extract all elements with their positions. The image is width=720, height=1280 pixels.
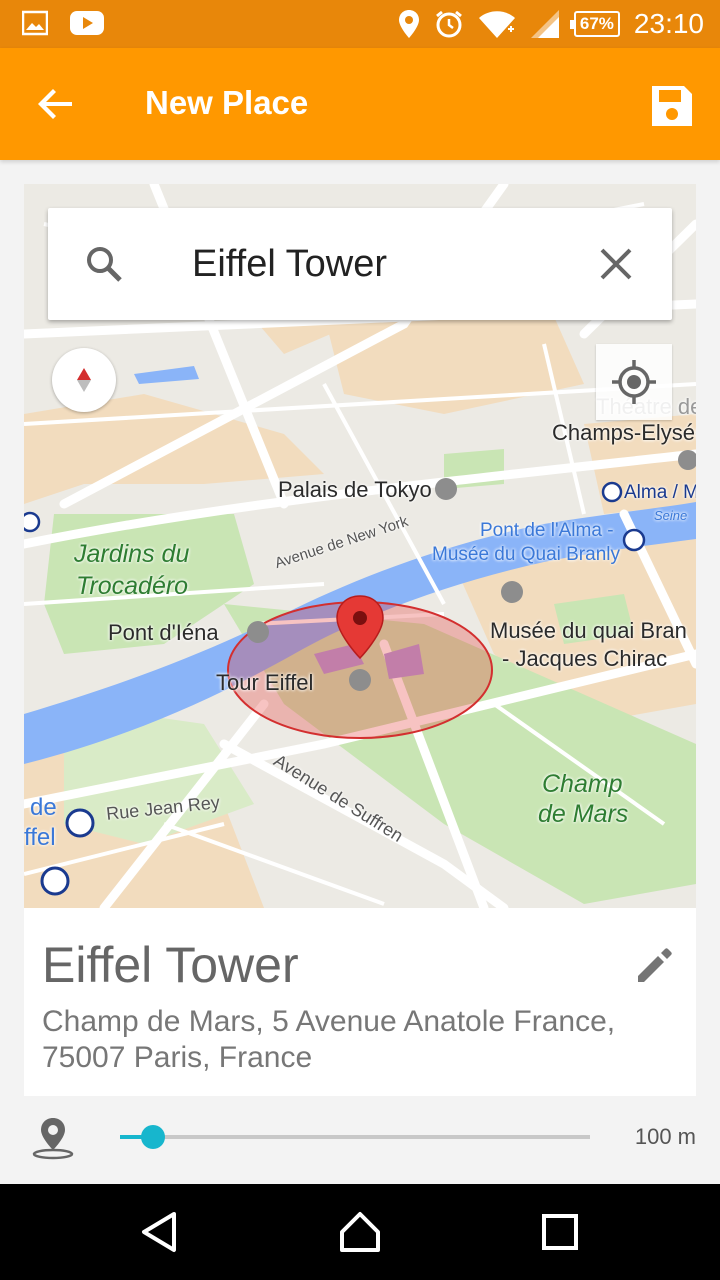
place-card: Eiffel Tower Champ de Mars, 5 Avenue Ana… — [24, 908, 696, 1096]
wifi-icon — [478, 11, 515, 38]
map-label: de Mars — [538, 800, 629, 828]
status-bar: 67% 23:10 — [0, 0, 720, 48]
map-label: de — [30, 794, 57, 821]
compass-icon — [77, 368, 91, 392]
arrow-back-icon[interactable] — [32, 80, 80, 128]
map-label: Alma / M — [624, 482, 696, 503]
map-label: Tour Eiffel — [216, 670, 314, 695]
my-location-icon — [612, 360, 656, 404]
map-label: Musée du Quai Branly — [432, 544, 620, 565]
my-location-button[interactable] — [596, 344, 672, 420]
radius-value: 100 m — [634, 1124, 696, 1149]
map-label: Musée du quai Bran — [490, 618, 687, 643]
youtube-icon — [70, 11, 104, 35]
image-icon — [22, 10, 48, 36]
close-icon[interactable] — [598, 246, 634, 282]
map-label: ffel — [24, 824, 56, 851]
map-view[interactable]: Théatre de Champs-Elysée Palais de Tokyo… — [24, 184, 696, 908]
page-title: New Place — [145, 84, 309, 121]
search-input[interactable] — [192, 236, 572, 292]
place-name: Eiffel Tower — [42, 937, 299, 993]
place-address: Champ de Mars, 5 Avenue Anatole France, … — [42, 1005, 616, 1074]
map-label: Champ — [542, 770, 623, 798]
app-bar: New Place — [0, 48, 720, 160]
map-label: Pont d'Iéna — [108, 620, 219, 645]
home-nav-icon[interactable] — [338, 1210, 382, 1254]
map-label: Palais de Tokyo — [278, 477, 432, 502]
map-label: Jardins du — [74, 540, 190, 568]
back-nav-icon[interactable] — [138, 1210, 182, 1254]
save-icon[interactable] — [648, 82, 696, 130]
place-pin-icon — [32, 1118, 74, 1160]
map-label: Trocadéro — [76, 572, 189, 600]
map-label: - Jacques Chirac — [502, 646, 668, 671]
location-icon — [398, 10, 419, 38]
navigation-bar — [0, 1184, 720, 1280]
radius-row: 100 m — [0, 1096, 720, 1184]
alarm-icon — [435, 10, 462, 38]
map-label: Pont de l'Alma - — [480, 520, 614, 541]
signal-icon — [530, 10, 559, 38]
search-bar — [48, 208, 672, 320]
map-label: Champs-Elysée — [552, 420, 696, 445]
battery-icon: 67% — [569, 11, 620, 37]
pencil-icon[interactable] — [634, 944, 676, 986]
slider-thumb[interactable] — [140, 1125, 165, 1149]
recents-nav-icon[interactable] — [538, 1210, 582, 1254]
compass-button[interactable] — [52, 348, 116, 412]
clock: 23:10 — [633, 8, 704, 39]
map-label: Seine — [654, 508, 688, 523]
radius-slider[interactable] — [120, 1125, 590, 1149]
search-icon — [87, 247, 122, 282]
